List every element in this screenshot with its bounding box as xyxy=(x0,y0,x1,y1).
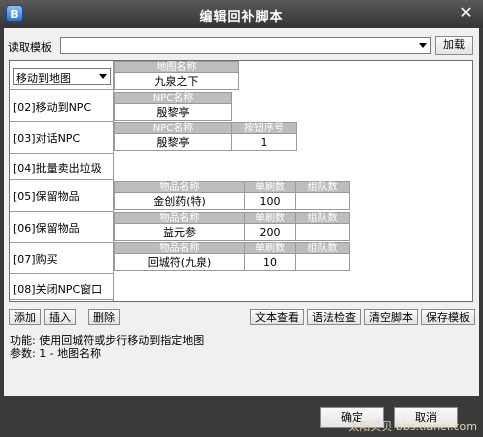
row-divider xyxy=(10,153,113,154)
row-divider xyxy=(10,273,113,274)
row-divider xyxy=(10,121,113,122)
field-value[interactable]: 殷黎亭 xyxy=(114,134,232,151)
load-button[interactable]: 加载 xyxy=(435,36,473,55)
title-bar[interactable]: B 编辑回补脚本 ✕ xyxy=(0,0,483,28)
step-action-select[interactable]: 移动到地图 xyxy=(13,68,111,85)
step-label[interactable]: [02]移动到NPC xyxy=(13,99,91,115)
field-header: 组队数 xyxy=(295,242,350,254)
field-header: 组队数 xyxy=(295,212,350,224)
field-header: 物品名称 xyxy=(114,181,245,193)
window-title: 编辑回补脚本 xyxy=(199,10,284,25)
edit-script-dialog: B 编辑回补脚本 ✕ 读取模板 加载 移动到地图 地图名称 九泉之下 [02]移… xyxy=(0,0,483,437)
field-value[interactable]: 100 xyxy=(244,193,296,210)
field-header: 单刷数 xyxy=(244,242,296,254)
parameter-description: 参数: 1 - 地图名称 xyxy=(10,347,102,360)
step-label[interactable]: [05]保留物品 xyxy=(13,188,80,204)
row-divider xyxy=(10,179,113,180)
field-value[interactable] xyxy=(295,254,350,271)
dialog-body: 读取模板 加载 移动到地图 地图名称 九泉之下 [02]移动到NPC NPC名称… xyxy=(4,28,479,396)
field-value[interactable]: 金创药(特) xyxy=(114,193,245,210)
field-header: NPC名称 xyxy=(114,92,232,104)
step-label[interactable]: [06]保留物品 xyxy=(13,220,80,236)
clear-script-button[interactable]: 清空脚本 xyxy=(364,309,418,325)
step-label[interactable]: [03]对话NPC xyxy=(13,130,80,146)
field-header: 地图名称 xyxy=(114,61,239,73)
row-divider xyxy=(10,242,113,243)
field-value[interactable] xyxy=(295,224,350,241)
delete-button[interactable]: 删除 xyxy=(88,309,120,325)
save-template-button[interactable]: 保存模板 xyxy=(421,309,475,325)
field-value[interactable]: 1 xyxy=(231,134,297,151)
field-value[interactable]: 九泉之下 xyxy=(114,73,239,90)
field-header: 物品名称 xyxy=(114,212,245,224)
close-icon[interactable]: ✕ xyxy=(458,5,474,21)
field-header: 物品名称 xyxy=(114,242,245,254)
watermark-text: 太阳贝贝 bbs.tianei.com xyxy=(348,420,477,433)
template-select[interactable] xyxy=(60,37,431,54)
field-value[interactable] xyxy=(295,193,350,210)
step-label: 移动到地图 xyxy=(16,72,71,85)
field-value[interactable]: 殷黎亭 xyxy=(114,104,232,121)
step-label[interactable]: [07]购买 xyxy=(13,251,58,267)
field-header: 单刷数 xyxy=(244,212,296,224)
field-header: 组队数 xyxy=(295,181,350,193)
row-divider xyxy=(10,299,113,300)
row-divider xyxy=(10,211,113,212)
add-button[interactable]: 添加 xyxy=(9,309,41,325)
chevron-down-icon[interactable] xyxy=(99,73,107,79)
row-divider xyxy=(10,89,113,90)
dialog-footer: 确定 取消 太阳贝贝 bbs.tianei.com xyxy=(0,396,483,437)
template-label: 读取模板 xyxy=(8,41,52,54)
field-header: 单刷数 xyxy=(244,181,296,193)
chevron-down-icon[interactable] xyxy=(419,42,427,48)
step-label[interactable]: [04]批量卖出垃圾 xyxy=(13,160,102,176)
step-label[interactable]: [08]关闭NPC窗口 xyxy=(13,281,102,297)
syntax-check-button[interactable]: 语法检查 xyxy=(307,309,361,325)
script-list[interactable]: 移动到地图 地图名称 九泉之下 [02]移动到NPC NPC名称 殷黎亭 [03… xyxy=(9,60,473,302)
field-value[interactable]: 200 xyxy=(244,224,296,241)
field-value[interactable]: 10 xyxy=(244,254,296,271)
column-divider xyxy=(113,61,114,301)
field-header: 按钮序号 xyxy=(231,122,297,134)
field-value[interactable]: 益元参 xyxy=(114,224,245,241)
field-value[interactable]: 回城符(九泉) xyxy=(114,254,245,271)
insert-button[interactable]: 插入 xyxy=(44,309,76,325)
field-header: NPC名称 xyxy=(114,122,232,134)
view-text-button[interactable]: 文本查看 xyxy=(250,309,304,325)
